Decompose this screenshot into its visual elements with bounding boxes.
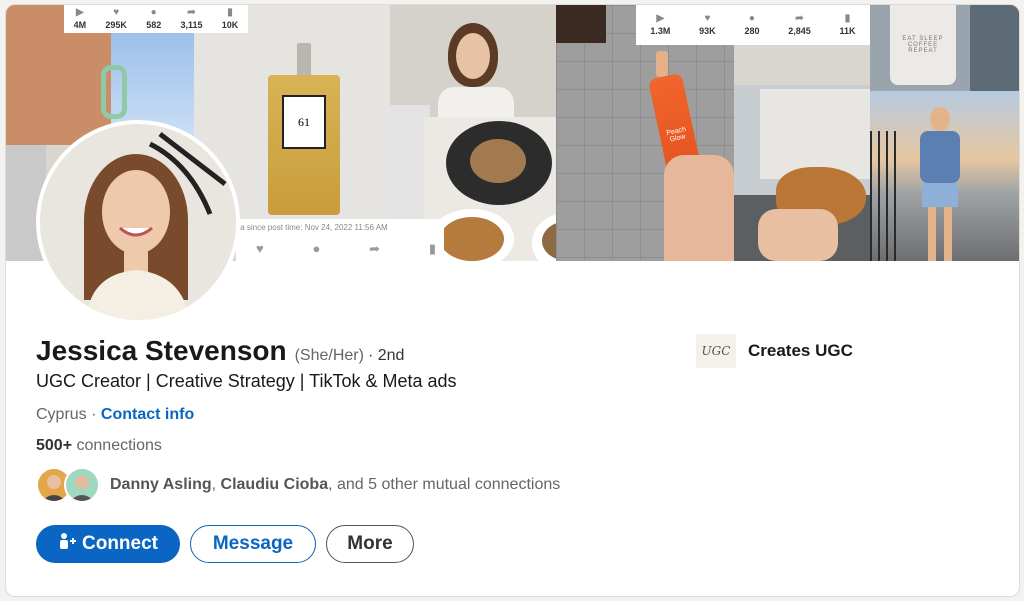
bookmark-icon: ▮ <box>227 7 233 18</box>
post-timestamp: ta since post time: Nov 24, 2022 11:56 A… <box>238 223 388 232</box>
stat-shares: ➦ 3,115 <box>180 7 203 31</box>
stat-shares: ➦ 2,845 <box>788 13 811 37</box>
stat-likes: ♥ 93K <box>699 13 716 37</box>
profile-name: Jessica Stevenson <box>36 335 287 366</box>
comment-icon: ● <box>748 13 755 24</box>
cup-text: EAT SLEEP COFFEE REPEAT <box>902 36 944 54</box>
connection-degree: · 2nd <box>367 347 405 364</box>
connect-label: Connect <box>82 533 158 554</box>
stat-saves: ▮ 10K <box>221 7 239 31</box>
profile-photo[interactable] <box>36 120 240 324</box>
connect-button[interactable]: Connect <box>36 525 180 563</box>
perfume-label: 61 <box>298 114 310 129</box>
message-button[interactable]: Message <box>190 525 316 563</box>
location-separator: · <box>86 406 101 423</box>
mutual-text: Danny Asling, Claudiu Cioba, and 5 other… <box>110 476 561 493</box>
cover-post-meta: ta since post time: Nov 24, 2022 11:56 A… <box>236 219 444 261</box>
location-row: Cyprus · Contact info <box>36 406 194 424</box>
stat-likes: ♥ 295K <box>105 7 127 31</box>
stat-views: ▶ 4M <box>73 7 87 31</box>
share-icon: ➦ <box>369 241 381 256</box>
add-person-icon <box>58 532 76 556</box>
stat-comments: ● 582 <box>146 7 162 31</box>
mutual-connections[interactable]: Danny Asling, Claudiu Cioba, and 5 other… <box>36 467 560 503</box>
profile-card: 61 Peach Glow EAT SLEEP COFFEE REPEAT ▶ … <box>5 4 1020 597</box>
profile-headline: UGC Creator | Creative Strategy | TikTok… <box>36 371 457 391</box>
company-name: Creates UGC <box>748 341 853 360</box>
stat-comments: ● 280 <box>744 13 760 37</box>
connections-count: 500+ <box>36 437 73 454</box>
connections-label: connections <box>72 437 162 454</box>
heart-icon: ♥ <box>256 241 264 256</box>
mutual-avatar-2 <box>64 467 100 503</box>
serum-label: Peach Glow <box>665 126 687 144</box>
more-label: More <box>347 533 393 554</box>
stat-views: ▶ 1.3M <box>650 13 671 37</box>
more-button[interactable]: More <box>326 525 414 563</box>
contact-info-link[interactable]: Contact info <box>101 406 194 423</box>
play-icon: ▶ <box>656 13 665 24</box>
connections[interactable]: 500+ connections <box>36 437 162 455</box>
heart-icon: ♥ <box>113 7 120 18</box>
cover-tile-pastry <box>734 85 870 261</box>
cover-tile-coffee: EAT SLEEP COFFEE REPEAT <box>870 5 1019 91</box>
cover-tile-bridge <box>870 91 1019 261</box>
play-icon: ▶ <box>76 7 84 18</box>
profile-name-row: Jessica Stevenson (She/Her) · 2nd <box>36 335 404 367</box>
cover-tile-laptop <box>390 5 556 121</box>
message-label: Message <box>212 533 294 554</box>
location: Cyprus <box>36 406 87 423</box>
share-icon: ➦ <box>187 7 196 18</box>
pronouns: (She/Her) <box>294 347 364 364</box>
heart-icon: ♥ <box>704 13 711 24</box>
current-company[interactable]: UGC Creates UGC <box>696 334 853 368</box>
comment-icon: ● <box>312 241 321 256</box>
cover-stats-right: ▶ 1.3M ♥ 93K ● 280 ➦ 2,845 ▮ 11K <box>636 5 870 45</box>
bookmark-icon: ▮ <box>428 241 436 256</box>
company-logo: UGC <box>696 334 736 368</box>
stat-saves: ▮ 11K <box>839 13 856 37</box>
bookmark-icon: ▮ <box>844 13 851 24</box>
share-icon: ➦ <box>795 13 804 24</box>
cover-stats-left: ▶ 4M ♥ 295K ● 582 ➦ 3,115 ▮ 10K <box>64 5 248 33</box>
comment-icon: ● <box>150 7 157 18</box>
